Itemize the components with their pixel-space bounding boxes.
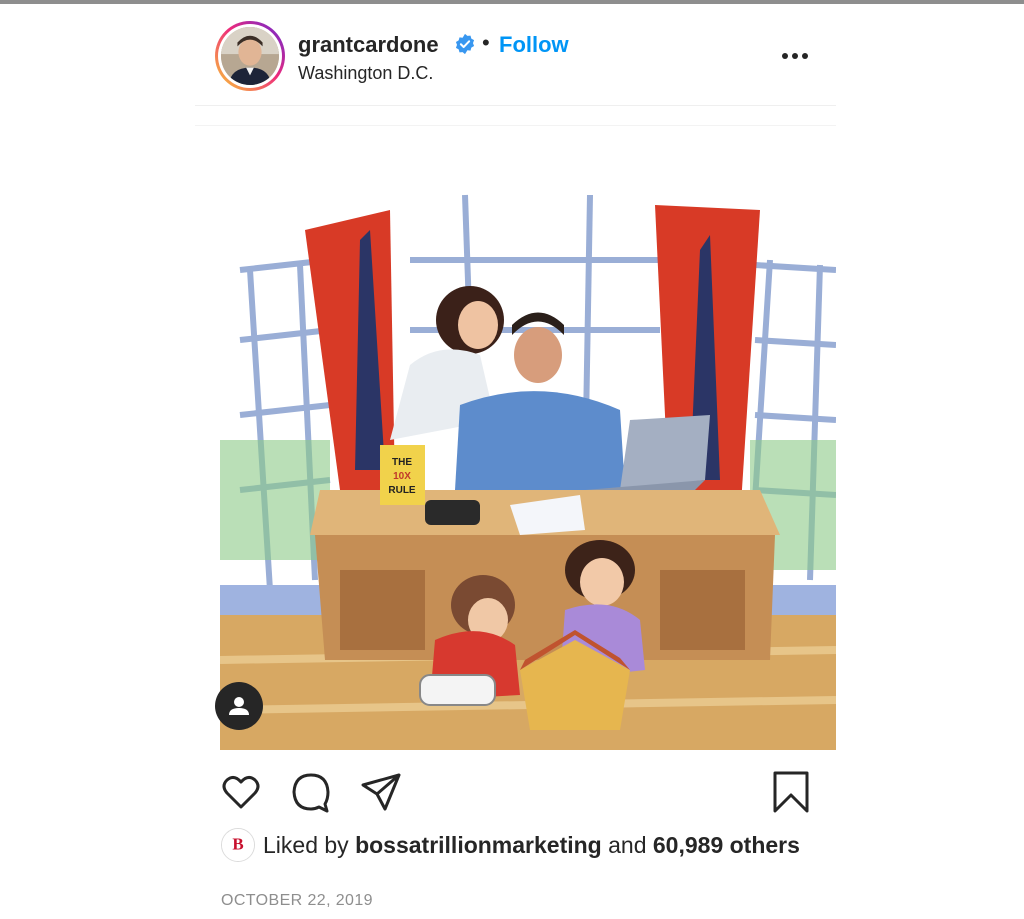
verified-badge-icon — [455, 33, 475, 55]
user-tag-button[interactable] — [215, 682, 263, 730]
likes-summary: B Liked by bossatrillionmarketing and 60… — [221, 828, 821, 862]
liked-by-label: Liked by — [263, 832, 349, 858]
more-options-icon[interactable] — [773, 42, 817, 70]
action-bar — [195, 770, 836, 814]
book-title-line1: THE — [392, 457, 412, 468]
post-date[interactable]: OCTOBER 22, 2019 — [221, 892, 373, 910]
profile-avatar[interactable] — [215, 21, 285, 91]
liker-avatar[interactable]: B — [221, 828, 255, 862]
share-icon[interactable] — [359, 770, 403, 814]
location-link[interactable]: Washington D.C. — [298, 63, 433, 84]
user-tag-icon — [229, 697, 249, 715]
heart-icon[interactable] — [219, 770, 263, 814]
separator-dot: • — [482, 30, 490, 55]
likes-text: Liked by bossatrillionmarketing and 60,9… — [263, 832, 800, 859]
likes-conjunction: and — [608, 832, 647, 858]
likes-count[interactable]: 60,989 others — [653, 832, 800, 858]
book-title-line3: RULE — [388, 485, 416, 496]
liker-username[interactable]: bossatrillionmarketing — [355, 832, 602, 858]
divider — [195, 125, 836, 126]
liker-logo-icon: B — [222, 829, 254, 861]
follow-button[interactable]: Follow — [499, 32, 569, 58]
instagram-post: grantcardone • Follow Washington D.C. TH… — [195, 0, 836, 919]
bookmark-icon[interactable] — [769, 770, 813, 814]
avatar-photo-icon — [221, 27, 279, 85]
post-image[interactable]: THE 10X RULE — [220, 190, 836, 750]
book-title-line2: 10X — [393, 471, 411, 482]
username[interactable]: grantcardone — [298, 32, 439, 58]
comment-icon[interactable] — [289, 770, 333, 814]
post-header: grantcardone • Follow Washington D.C. — [195, 20, 836, 106]
liker-logo-letter: B — [232, 835, 243, 854]
